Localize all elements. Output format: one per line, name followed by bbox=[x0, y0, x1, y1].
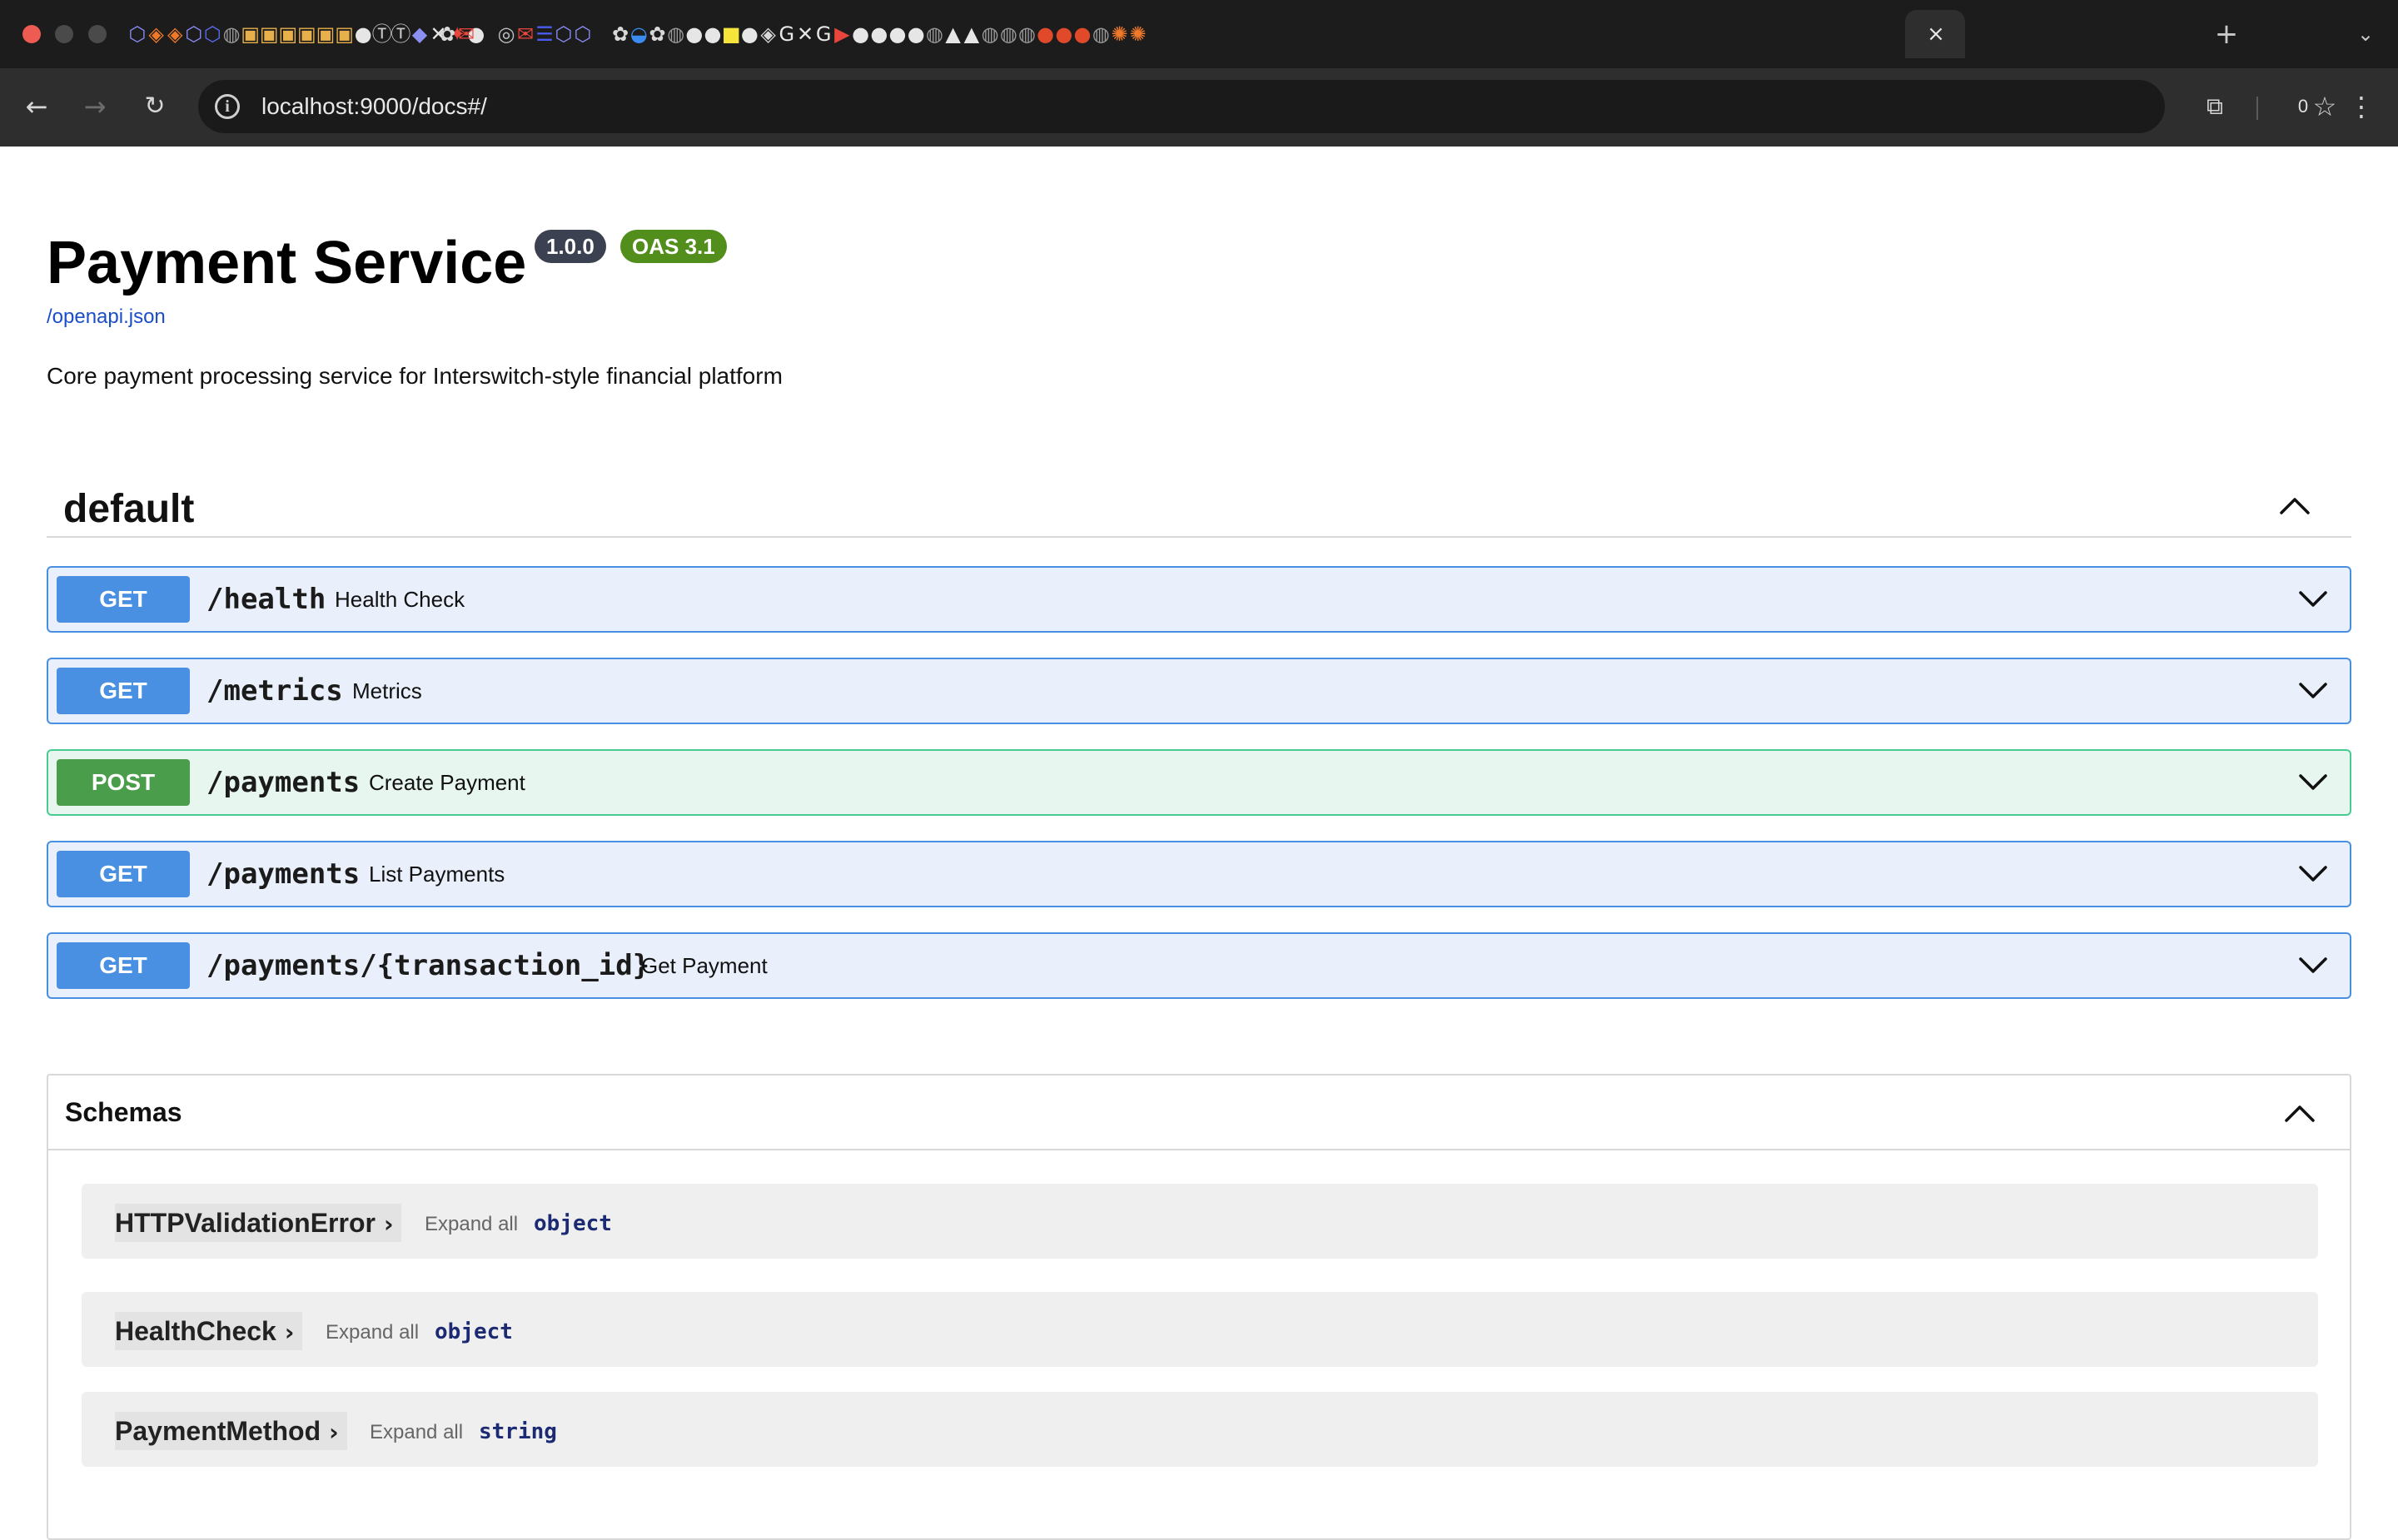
schema-name-toggle[interactable]: PaymentMethod › bbox=[115, 1412, 347, 1450]
operation-get-payment-by-id[interactable]: GET /payments/{transaction_id} Get Payme… bbox=[47, 932, 2351, 999]
http-method-badge: GET bbox=[57, 942, 190, 989]
expand-all-button[interactable]: Expand all bbox=[425, 1212, 518, 1237]
operation-summary: Create Payment bbox=[369, 770, 525, 795]
minimize-window-button[interactable] bbox=[55, 25, 73, 43]
cube-icon[interactable]: ⬡ bbox=[570, 22, 595, 47]
grafana-icon[interactable]: ✺ bbox=[1126, 22, 1151, 47]
schema-row-httpvalidationerror[interactable]: HTTPValidationError › Expand all object bbox=[82, 1184, 2318, 1259]
chevron-down-icon[interactable] bbox=[2298, 952, 2328, 977]
chevron-right-icon: › bbox=[329, 1418, 339, 1446]
chevron-right-icon: › bbox=[383, 1210, 394, 1238]
tag-section-header[interactable]: default bbox=[47, 476, 2351, 538]
schema-row-paymentmethod[interactable]: PaymentMethod › Expand all string bbox=[82, 1392, 2318, 1467]
operation-post-payments[interactable]: POST /payments Create Payment bbox=[47, 749, 2351, 816]
operation-path: /metrics bbox=[206, 674, 343, 708]
chevron-down-icon[interactable] bbox=[2298, 769, 2328, 794]
http-method-badge: POST bbox=[57, 759, 190, 806]
openapi-spec-link[interactable]: /openapi.json bbox=[47, 305, 166, 330]
chevron-down-icon[interactable] bbox=[2298, 861, 2328, 886]
schema-name: PaymentMethod bbox=[115, 1416, 321, 1446]
address-bar[interactable]: i localhost:9000/docs#/ ☆ bbox=[198, 80, 2336, 133]
operation-path: /payments/{transaction_id} bbox=[206, 949, 650, 982]
operation-path: /payments bbox=[206, 766, 361, 799]
http-method-badge: GET bbox=[57, 668, 190, 714]
http-method-badge: GET bbox=[57, 851, 190, 897]
forward-arrow-icon[interactable]: → bbox=[77, 88, 113, 125]
api-description: Core payment processing service for Inte… bbox=[47, 363, 783, 389]
chevron-up-icon[interactable] bbox=[2278, 493, 2311, 518]
chevron-up-icon[interactable] bbox=[2283, 1100, 2316, 1125]
operation-get-health[interactable]: GET /health Health Check bbox=[47, 566, 2351, 633]
operation-summary: Health Check bbox=[335, 587, 465, 612]
chevron-right-icon: › bbox=[284, 1319, 295, 1346]
operation-summary: Get Payment bbox=[641, 953, 768, 978]
gmail-icon[interactable]: ✉ bbox=[454, 22, 479, 47]
extensions-puzzle-icon[interactable]: ⧉ bbox=[2197, 88, 2233, 125]
schema-type: object bbox=[435, 1319, 513, 1344]
maximize-window-button[interactable] bbox=[88, 25, 107, 43]
profile-counter[interactable]: 0 bbox=[2286, 90, 2320, 123]
version-badge: 1.0.0 bbox=[535, 230, 606, 263]
tag-name: default bbox=[63, 487, 195, 531]
expand-all-button[interactable]: Expand all bbox=[370, 1420, 463, 1445]
site-info-icon[interactable]: i bbox=[215, 94, 240, 119]
schema-name-toggle[interactable]: HealthCheck › bbox=[115, 1312, 303, 1350]
operation-path: /health bbox=[206, 583, 326, 616]
new-tab-button[interactable]: + bbox=[2212, 18, 2241, 50]
chevron-down-icon[interactable] bbox=[2298, 678, 2328, 703]
schema-type: string bbox=[479, 1419, 557, 1444]
operation-summary: List Payments bbox=[369, 862, 505, 887]
browser-toolbar: ← → ↻ i localhost:9000/docs#/ ☆ ⧉ 0 ⋮ bbox=[0, 68, 2398, 147]
url-text[interactable]: localhost:9000/docs#/ bbox=[261, 92, 487, 121]
tab-search-chevron-icon[interactable]: ⌄ bbox=[2350, 18, 2381, 50]
tab-close-icon[interactable]: × bbox=[1923, 20, 1948, 48]
operation-get-metrics[interactable]: GET /metrics Metrics bbox=[47, 658, 2351, 724]
chevron-down-icon[interactable] bbox=[2298, 586, 2328, 611]
http-method-badge: GET bbox=[57, 576, 190, 623]
pinned-tabs: ⬡ ◈ ◈ ⬡ ⬡ ◍ ▣ ▣ ▣ ▣ ▣ ▣ ● Ⓣ Ⓣ ◆ ✕ ✦ ● ✿ ✉ ◎ ✉ ☰ ⬡ ⬡ ✿ ◒ ✿ ◍ ● ● ■ ● ◈ G ✕ G ▶ ●… bbox=[125, 17, 2206, 52]
back-arrow-icon[interactable]: ← bbox=[18, 88, 55, 125]
swagger-page: Payment Service 1.0.0 OAS 3.1 /openapi.j… bbox=[0, 147, 2398, 1540]
kebab-menu-icon[interactable]: ⋮ bbox=[2346, 88, 2376, 125]
schema-name: HealthCheck bbox=[115, 1316, 276, 1346]
page-title: Payment Service bbox=[47, 230, 527, 296]
browser-tab-strip: ⬡ ◈ ◈ ⬡ ⬡ ◍ ▣ ▣ ▣ ▣ ▣ ▣ ● Ⓣ Ⓣ ◆ ✕ ✦ ● ✿ ✉ ◎ ✉ ☰ ⬡ ⬡ ✿ ◒ ✿ ◍ ● ● ■ ● ◈ G ✕ G ▶ ●… bbox=[0, 0, 2398, 68]
schemas-header[interactable]: Schemas bbox=[48, 1076, 2350, 1150]
expand-all-button[interactable]: Expand all bbox=[326, 1320, 419, 1345]
schema-row-healthcheck[interactable]: HealthCheck › Expand all object bbox=[82, 1292, 2318, 1367]
reload-icon[interactable]: ↻ bbox=[137, 88, 173, 125]
operation-path: /payments bbox=[206, 857, 361, 891]
oas-badge: OAS 3.1 bbox=[620, 230, 727, 263]
schema-name: HTTPValidationError bbox=[115, 1208, 376, 1238]
schemas-title: Schemas bbox=[65, 1097, 182, 1127]
close-window-button[interactable] bbox=[22, 25, 41, 43]
toolbar-divider bbox=[2256, 97, 2258, 120]
schema-type: object bbox=[534, 1211, 612, 1236]
operation-summary: Metrics bbox=[352, 678, 422, 703]
schema-name-toggle[interactable]: HTTPValidationError › bbox=[115, 1204, 402, 1242]
schemas-section: Schemas HTTPValidationError › Expand all … bbox=[47, 1074, 2351, 1540]
operation-get-payments[interactable]: GET /payments List Payments bbox=[47, 841, 2351, 907]
